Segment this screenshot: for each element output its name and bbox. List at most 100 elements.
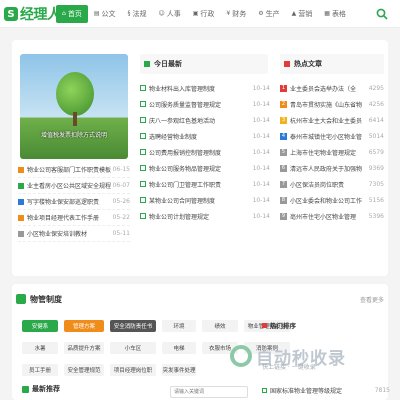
list-item[interactable]: 7 小区保洁员岗位职责 7305 bbox=[280, 176, 384, 192]
nav-item[interactable]: ⌂ 首页 bbox=[56, 5, 88, 23]
hot-article-list: 1 业主委员会选举办法（全 4295 2 青岛市贯彻实施《山东省物 4256 3 杭州市业主大… bbox=[280, 80, 384, 224]
list-item[interactable]: 庆八一参观红色基地活动 10-14 bbox=[140, 112, 270, 128]
item-title: 物业公司服务物品管理规定 bbox=[149, 165, 222, 173]
item-title: 业主看房小区公共区域安全规程 bbox=[27, 183, 111, 190]
item-date: 05-22 bbox=[112, 214, 130, 221]
list-item[interactable]: 9 亳州市住宅小区物业管理 5396 bbox=[280, 208, 384, 224]
table-icon: ▦ bbox=[324, 10, 330, 17]
tag-link[interactable]: 项目经理岗位职 bbox=[110, 364, 156, 376]
latest-title: 今日最新 bbox=[154, 60, 182, 68]
item-count: 6579 bbox=[368, 148, 384, 156]
list-item[interactable]: 物业项目经理代表工作手册 05-22 bbox=[18, 210, 130, 226]
tag-link[interactable]: 小车区 bbox=[110, 342, 156, 354]
more-link[interactable]: 查看更多 bbox=[360, 295, 384, 304]
nav-item[interactable]: ▤ 公文 bbox=[88, 5, 122, 23]
item-count: 4256 bbox=[368, 100, 384, 108]
list-item[interactable]: 5 上海市住宅物业管理规定 6579 bbox=[280, 144, 384, 160]
tag-link[interactable]: 员工手册 bbox=[22, 364, 58, 376]
item-title: 公司费用报销控制管理制度 bbox=[149, 149, 222, 157]
tag-link[interactable]: 环境 bbox=[162, 320, 196, 332]
item-count: 4295 bbox=[368, 84, 384, 92]
list-item[interactable]: 8 小区业委会和物业公司工作 5156 bbox=[280, 192, 384, 208]
nav-item[interactable]: ⚙ 生产 bbox=[252, 5, 285, 23]
item-marker-icon bbox=[140, 101, 146, 107]
list-item[interactable]: 2 青岛市贯彻实施《山东省物 4256 bbox=[280, 96, 384, 112]
rank-badge: 6 bbox=[280, 164, 287, 172]
item-title: 上海市住宅物业管理规定 bbox=[290, 149, 357, 157]
item-title: 物业项目经理代表工作手册 bbox=[27, 215, 100, 222]
rank-badge: 2 bbox=[280, 100, 287, 108]
list-item[interactable]: 物业公司门卫管理工作职责 10-14 bbox=[140, 176, 270, 192]
latest-article-list: 物业材料出入库管理制度 10-14 公司服务质量监督管理规定 10-14 庆八一参观红色… bbox=[140, 80, 270, 224]
ranking-item-title: 国家标准物业管理等级规定 bbox=[270, 388, 343, 395]
item-marker-icon bbox=[140, 149, 146, 155]
logo-mark: S bbox=[4, 7, 18, 21]
list-item[interactable]: 小区物业保安培训教材 05-11 bbox=[18, 226, 130, 242]
nav-item[interactable]: ▦ 表格 bbox=[318, 5, 352, 23]
list-item[interactable]: 1 业主委员会选举办法（全 4295 bbox=[280, 80, 384, 96]
list-item[interactable]: 业主看房小区公共区域安全规程 06-07 bbox=[18, 178, 130, 194]
scale-icon: § bbox=[127, 10, 131, 17]
item-date: 10-14 bbox=[252, 180, 270, 188]
list-item[interactable]: 公司服务质量监督管理规定 10-14 bbox=[140, 96, 270, 112]
item-date: 10-14 bbox=[252, 148, 270, 156]
item-title: 清远市人民政府关于加强物 bbox=[290, 165, 363, 173]
recommend-title: 最新推荐 bbox=[32, 385, 60, 393]
tag-link[interactable]: 水暑 bbox=[22, 342, 58, 354]
list-item[interactable]: 写字楼物业保安部巡逻职责 05-26 bbox=[18, 194, 130, 210]
rules-title: 物管制度 bbox=[30, 294, 62, 304]
list-item[interactable]: 3 杭州市业主大会和业主委员 6414 bbox=[280, 112, 384, 128]
item-title: 选聘经营物业制度 bbox=[149, 133, 198, 141]
list-item[interactable]: 4 泰州市城镇住宅小区物业管 5014 bbox=[280, 128, 384, 144]
tag-link[interactable]: 管理方案 bbox=[64, 320, 104, 332]
nav-item[interactable]: ¥ 财务 bbox=[220, 5, 252, 23]
ranking-header: 热门排序 bbox=[262, 318, 388, 332]
item-date: 06-07 bbox=[112, 182, 130, 189]
nav-label: 法规 bbox=[132, 10, 147, 18]
top-navigation-bar: S 经理人 ⌂ 首页 ▤ 公文 § 法规 ☺ 人事 ▣ 行政 ¥ 财务 ⚙ 生产 ▲ 营销 ▦ 表格 bbox=[0, 0, 400, 28]
item-date: 10-14 bbox=[252, 84, 270, 92]
tag-link[interactable]: 安健系 bbox=[22, 320, 58, 332]
item-date: 05-11 bbox=[112, 230, 130, 237]
list-item[interactable]: 物业公司客服部门工作职责模板 06-15 bbox=[18, 162, 130, 178]
nav-item[interactable]: § 法规 bbox=[121, 5, 152, 23]
item-marker-icon bbox=[18, 166, 24, 173]
list-item[interactable]: 6 清远市人民政府关于加强物 9369 bbox=[280, 160, 384, 176]
item-marker-icon bbox=[140, 165, 146, 171]
hot-title: 热点文章 bbox=[294, 60, 322, 68]
tag-link[interactable]: 品质提升方案 bbox=[64, 342, 104, 354]
nav-item[interactable]: ▲ 营销 bbox=[286, 5, 319, 23]
item-title: 小区保洁员岗位职责 bbox=[290, 181, 345, 189]
nav-item[interactable]: ☺ 人事 bbox=[152, 5, 186, 23]
person-icon: ☺ bbox=[158, 10, 165, 17]
tag-link[interactable]: 绩效 bbox=[202, 320, 238, 332]
list-item[interactable]: 物业材料出入库管理制度 10-14 bbox=[140, 80, 270, 96]
nav-label: 生产 bbox=[265, 10, 280, 18]
rank-badge: 7 bbox=[280, 180, 287, 188]
item-marker-icon bbox=[18, 214, 24, 221]
list-item[interactable]: 某物业公司合同管理制度 10-14 bbox=[140, 192, 270, 208]
item-date: 05-26 bbox=[112, 198, 130, 205]
featured-banner[interactable]: 增值税发票扣除方式说明 bbox=[20, 54, 128, 159]
rank-badge: 5 bbox=[280, 148, 287, 156]
tag-link[interactable]: 突发事件处理 bbox=[162, 364, 196, 376]
item-title: 物业公司计划管理规定 bbox=[149, 213, 210, 221]
item-title: 青岛市贯彻实施《山东省物 bbox=[290, 101, 363, 109]
list-item[interactable]: 选聘经营物业制度 10-14 bbox=[140, 128, 270, 144]
tag-link[interactable]: 电梯 bbox=[162, 342, 196, 354]
item-count: 7305 bbox=[368, 180, 384, 188]
list-item[interactable]: 公司费用报销控制管理制度 10-14 bbox=[140, 144, 270, 160]
keyword-search-input[interactable] bbox=[170, 386, 248, 398]
ranking-item[interactable]: 国家标准物业管理等级规定 7815 bbox=[262, 386, 390, 395]
list-item[interactable]: 物业公司服务物品管理规定 10-14 bbox=[140, 160, 270, 176]
search-icon[interactable] bbox=[376, 8, 388, 20]
item-marker-icon bbox=[140, 213, 146, 219]
site-logo[interactable]: S 经理人 bbox=[4, 4, 61, 24]
tag-link[interactable]: 安全消防责任书 bbox=[110, 320, 156, 332]
tree-image bbox=[56, 72, 94, 116]
list-item[interactable]: 物业公司计划管理规定 10-14 bbox=[140, 208, 270, 224]
ranking-item-count: 7815 bbox=[374, 387, 390, 394]
tag-link[interactable]: 安全管理规范 bbox=[64, 364, 104, 376]
main-nav: ⌂ 首页 ▤ 公文 § 法规 ☺ 人事 ▣ 行政 ¥ 财务 ⚙ 生产 ▲ 营销 ▦ 表格 bbox=[56, 0, 352, 28]
nav-item[interactable]: ▣ 行政 bbox=[187, 5, 221, 23]
